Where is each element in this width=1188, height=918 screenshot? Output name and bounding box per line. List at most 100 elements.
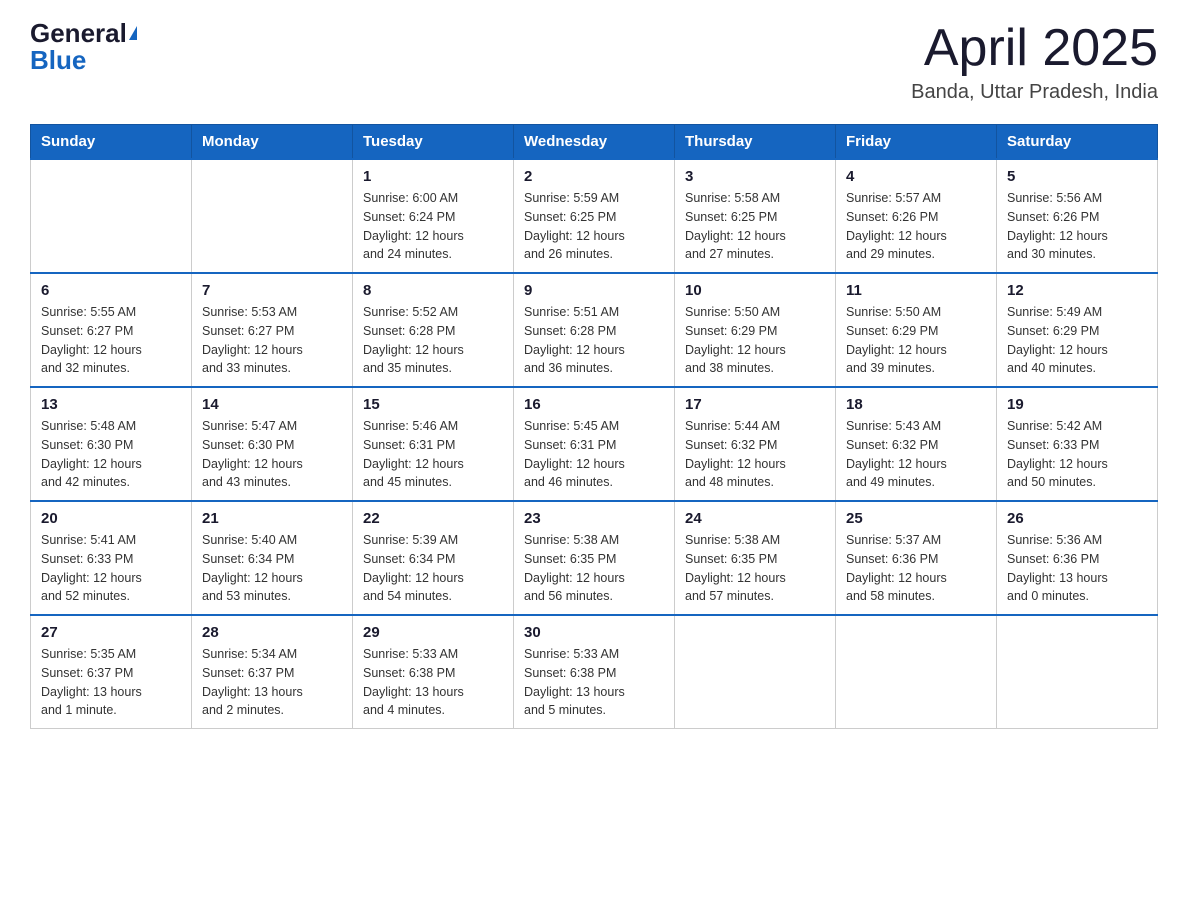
day-number: 14 <box>202 396 342 413</box>
week-row-2: 6Sunrise: 5:55 AMSunset: 6:27 PMDaylight… <box>31 273 1158 387</box>
calendar-cell-w4-d5: 25 Sunrise: 5:37 AMSunset: 6:36 PMDayligh… <box>836 501 997 615</box>
day-info: Sunrise: 5:51 AMSunset: 6:28 PMDaylight:… <box>524 303 664 378</box>
day-info: Sunrise: 5:43 AMSunset: 6:32 PMDaylight:… <box>846 417 986 492</box>
calendar-cell-w3-d5: 18 Sunrise: 5:43 AMSunset: 6:32 PMDayligh… <box>836 387 997 501</box>
logo-general: General <box>30 20 137 47</box>
week-row-3: 13Sunrise: 5:48 AMSunset: 6:30 PMDayligh… <box>31 387 1158 501</box>
calendar-cell-w4-d1: 21 Sunrise: 5:40 AMSunset: 6:34 PMDayligh… <box>192 501 353 615</box>
day-number: 12 <box>1007 282 1147 299</box>
calendar-cell-w1-d0 <box>31 159 192 273</box>
calendar-cell-w3-d6: 19Sunrise: 5:42 AMSunset: 6:33 PMDayligh… <box>997 387 1158 501</box>
day-number: 4 <box>846 168 986 185</box>
calendar-cell-w5-d6 <box>997 615 1158 729</box>
week-row-1: 1 Sunrise: 6:00 AMSunset: 6:24 PMDaylight… <box>31 159 1158 273</box>
calendar-cell-w5-d3: 30 Sunrise: 5:33 AMSunset: 6:38 PMDayligh… <box>514 615 675 729</box>
day-number: 26 <box>1007 510 1147 527</box>
day-number: 21 <box>202 510 342 527</box>
day-number: 28 <box>202 624 342 641</box>
day-info: Sunrise: 5:55 AMSunset: 6:27 PMDaylight:… <box>41 303 181 378</box>
day-number: 9 <box>524 282 664 299</box>
calendar-cell-w3-d3: 16 Sunrise: 5:45 AMSunset: 6:31 PMDayligh… <box>514 387 675 501</box>
day-number: 24 <box>685 510 825 527</box>
calendar-cell-w3-d4: 17Sunrise: 5:44 AMSunset: 6:32 PMDayligh… <box>675 387 836 501</box>
day-number: 19 <box>1007 396 1147 413</box>
day-info: Sunrise: 5:37 AMSunset: 6:36 PMDaylight:… <box>846 531 986 606</box>
day-info: Sunrise: 5:36 AMSunset: 6:36 PMDaylight:… <box>1007 531 1147 606</box>
header-wednesday: Wednesday <box>514 125 675 160</box>
calendar-cell-w1-d2: 1 Sunrise: 6:00 AMSunset: 6:24 PMDaylight… <box>353 159 514 273</box>
day-info: Sunrise: 5:58 AMSunset: 6:25 PMDaylight:… <box>685 189 825 264</box>
calendar-cell-w2-d1: 7 Sunrise: 5:53 AMSunset: 6:27 PMDaylight… <box>192 273 353 387</box>
day-number: 7 <box>202 282 342 299</box>
day-info: Sunrise: 5:38 AMSunset: 6:35 PMDaylight:… <box>685 531 825 606</box>
calendar-cell-w2-d6: 12 Sunrise: 5:49 AMSunset: 6:29 PMDayligh… <box>997 273 1158 387</box>
day-info: Sunrise: 5:33 AMSunset: 6:38 PMDaylight:… <box>363 645 503 720</box>
calendar-cell-w3-d1: 14 Sunrise: 5:47 AMSunset: 6:30 PMDayligh… <box>192 387 353 501</box>
day-info: Sunrise: 5:40 AMSunset: 6:34 PMDaylight:… <box>202 531 342 606</box>
day-number: 23 <box>524 510 664 527</box>
day-info: Sunrise: 5:53 AMSunset: 6:27 PMDaylight:… <box>202 303 342 378</box>
calendar-cell-w1-d1 <box>192 159 353 273</box>
day-number: 18 <box>846 396 986 413</box>
calendar-cell-w2-d5: 11 Sunrise: 5:50 AMSunset: 6:29 PMDayligh… <box>836 273 997 387</box>
day-number: 29 <box>363 624 503 641</box>
day-info: Sunrise: 5:44 AMSunset: 6:32 PMDaylight:… <box>685 417 825 492</box>
day-info: Sunrise: 5:35 AMSunset: 6:37 PMDaylight:… <box>41 645 181 720</box>
calendar-cell-w2-d3: 9 Sunrise: 5:51 AMSunset: 6:28 PMDaylight… <box>514 273 675 387</box>
calendar-cell-w1-d4: 3 Sunrise: 5:58 AMSunset: 6:25 PMDaylight… <box>675 159 836 273</box>
day-info: Sunrise: 5:59 AMSunset: 6:25 PMDaylight:… <box>524 189 664 264</box>
calendar-cell-w5-d0: 27 Sunrise: 5:35 AMSunset: 6:37 PMDayligh… <box>31 615 192 729</box>
day-number: 27 <box>41 624 181 641</box>
weekday-header-row: Sunday Monday Tuesday Wednesday Thursday… <box>31 125 1158 160</box>
day-info: Sunrise: 5:49 AMSunset: 6:29 PMDaylight:… <box>1007 303 1147 378</box>
logo-blue-text: Blue <box>30 47 86 73</box>
calendar-cell-w5-d5 <box>836 615 997 729</box>
day-number: 8 <box>363 282 503 299</box>
day-number: 16 <box>524 396 664 413</box>
day-info: Sunrise: 5:39 AMSunset: 6:34 PMDaylight:… <box>363 531 503 606</box>
day-info: Sunrise: 5:34 AMSunset: 6:37 PMDaylight:… <box>202 645 342 720</box>
day-number: 20 <box>41 510 181 527</box>
day-number: 2 <box>524 168 664 185</box>
day-info: Sunrise: 5:38 AMSunset: 6:35 PMDaylight:… <box>524 531 664 606</box>
day-info: Sunrise: 5:57 AMSunset: 6:26 PMDaylight:… <box>846 189 986 264</box>
day-info: Sunrise: 5:45 AMSunset: 6:31 PMDaylight:… <box>524 417 664 492</box>
day-info: Sunrise: 6:00 AMSunset: 6:24 PMDaylight:… <box>363 189 503 264</box>
header-saturday: Saturday <box>997 125 1158 160</box>
calendar-cell-w2-d4: 10Sunrise: 5:50 AMSunset: 6:29 PMDayligh… <box>675 273 836 387</box>
day-info: Sunrise: 5:50 AMSunset: 6:29 PMDaylight:… <box>846 303 986 378</box>
calendar-cell-w5-d4 <box>675 615 836 729</box>
calendar-table: Sunday Monday Tuesday Wednesday Thursday… <box>30 124 1158 729</box>
calendar-cell-w4-d6: 26 Sunrise: 5:36 AMSunset: 6:36 PMDayligh… <box>997 501 1158 615</box>
calendar-cell-w3-d0: 13Sunrise: 5:48 AMSunset: 6:30 PMDayligh… <box>31 387 192 501</box>
day-info: Sunrise: 5:52 AMSunset: 6:28 PMDaylight:… <box>363 303 503 378</box>
calendar-cell-w2-d0: 6Sunrise: 5:55 AMSunset: 6:27 PMDaylight… <box>31 273 192 387</box>
day-number: 25 <box>846 510 986 527</box>
header-monday: Monday <box>192 125 353 160</box>
calendar-cell-w1-d3: 2 Sunrise: 5:59 AMSunset: 6:25 PMDaylight… <box>514 159 675 273</box>
page-header: General Blue April 2025 Banda, Uttar Pra… <box>30 20 1158 104</box>
header-friday: Friday <box>836 125 997 160</box>
calendar-cell-w4-d3: 23 Sunrise: 5:38 AMSunset: 6:35 PMDayligh… <box>514 501 675 615</box>
day-number: 30 <box>524 624 664 641</box>
day-info: Sunrise: 5:46 AMSunset: 6:31 PMDaylight:… <box>363 417 503 492</box>
header-thursday: Thursday <box>675 125 836 160</box>
calendar-cell-w5-d1: 28 Sunrise: 5:34 AMSunset: 6:37 PMDayligh… <box>192 615 353 729</box>
day-number: 3 <box>685 168 825 185</box>
day-info: Sunrise: 5:56 AMSunset: 6:26 PMDaylight:… <box>1007 189 1147 264</box>
location-subtitle: Banda, Uttar Pradesh, India <box>911 81 1158 104</box>
day-info: Sunrise: 5:50 AMSunset: 6:29 PMDaylight:… <box>685 303 825 378</box>
day-number: 15 <box>363 396 503 413</box>
day-info: Sunrise: 5:47 AMSunset: 6:30 PMDaylight:… <box>202 417 342 492</box>
day-number: 13 <box>41 396 181 413</box>
week-row-5: 27 Sunrise: 5:35 AMSunset: 6:37 PMDayligh… <box>31 615 1158 729</box>
day-info: Sunrise: 5:41 AMSunset: 6:33 PMDaylight:… <box>41 531 181 606</box>
day-number: 1 <box>363 168 503 185</box>
day-number: 11 <box>846 282 986 299</box>
calendar-cell-w4-d2: 22Sunrise: 5:39 AMSunset: 6:34 PMDayligh… <box>353 501 514 615</box>
day-info: Sunrise: 5:33 AMSunset: 6:38 PMDaylight:… <box>524 645 664 720</box>
calendar-cell-w1-d5: 4 Sunrise: 5:57 AMSunset: 6:26 PMDaylight… <box>836 159 997 273</box>
title-area: April 2025 Banda, Uttar Pradesh, India <box>911 20 1158 104</box>
calendar-cell-w5-d2: 29 Sunrise: 5:33 AMSunset: 6:38 PMDayligh… <box>353 615 514 729</box>
calendar-cell-w2-d2: 8 Sunrise: 5:52 AMSunset: 6:28 PMDaylight… <box>353 273 514 387</box>
